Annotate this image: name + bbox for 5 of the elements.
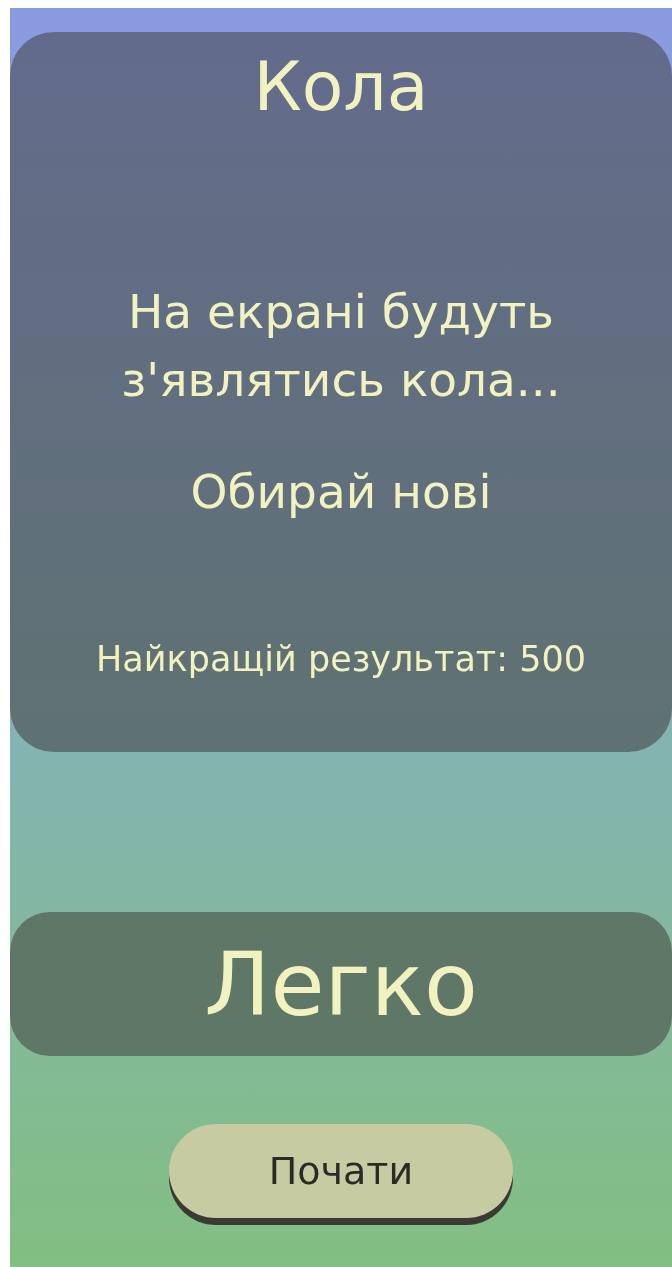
instruction-text: Обирай нові [190, 463, 492, 519]
game-title: Кола [253, 46, 429, 128]
description-text: На екрані будуть з'являтись кола... [120, 282, 562, 409]
difficulty-label[interactable]: Легко [10, 912, 672, 1056]
best-score: Найкращій результат: 500 [96, 638, 586, 679]
